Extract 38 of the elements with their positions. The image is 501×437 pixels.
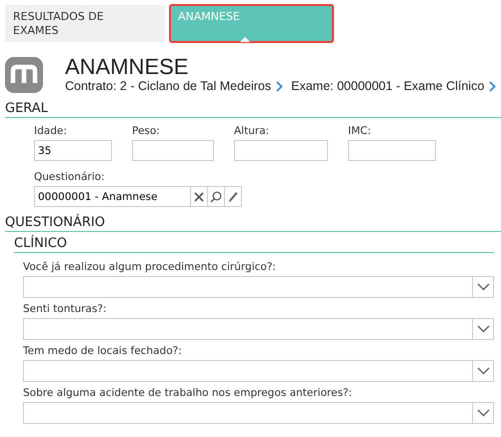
input-field[interactable]: 00000001 - Anamnese xyxy=(34,186,191,207)
dropdown[interactable] xyxy=(23,318,494,340)
chevron-right-icon xyxy=(489,80,496,92)
pencil-icon xyxy=(228,190,238,202)
input-field[interactable]: 35 xyxy=(34,140,112,161)
question-label: Senti tonturas?: xyxy=(23,303,108,315)
tab[interactable]: RESULTADOS DE EXAMES xyxy=(5,5,165,42)
dropdown[interactable] xyxy=(23,276,494,298)
input-field[interactable] xyxy=(132,140,214,161)
page-title: ANAMNESE xyxy=(65,55,190,79)
edit-button[interactable] xyxy=(225,186,242,207)
section-heading: GERAL xyxy=(5,101,501,118)
clear-button[interactable] xyxy=(191,186,208,207)
logo-icon xyxy=(5,57,43,93)
question-label: Sobre alguma acidente de trabalho nos empregos anteriores?: xyxy=(23,387,354,399)
dropdown[interactable] xyxy=(23,360,494,382)
chevron-right-icon xyxy=(276,80,284,92)
breadcrumb-link[interactable]: Contrato: 2 - Ciclano de Tal Medeiros xyxy=(65,79,272,93)
field-label: Altura: xyxy=(234,125,270,137)
dropdown[interactable] xyxy=(23,402,494,424)
field-label: IMC: xyxy=(348,125,372,137)
subsection-heading: CLÍNICO xyxy=(14,236,494,253)
question-label: Tem medo de locais fechado?: xyxy=(23,345,183,357)
close-icon xyxy=(194,192,204,202)
chevron-down-icon xyxy=(476,325,490,333)
input-field[interactable] xyxy=(234,140,328,161)
chevron-down-icon xyxy=(476,367,490,375)
field-label: Questionário: xyxy=(34,171,106,183)
search-icon xyxy=(210,190,222,202)
chevron-down-icon xyxy=(476,283,490,291)
field-label: Peso: xyxy=(132,125,161,137)
section-heading: QUESTIONÁRIO xyxy=(5,215,501,232)
breadcrumb-link[interactable]: Exame: 00000001 - Exame Clínico xyxy=(291,79,484,93)
chevron-down-icon xyxy=(476,409,490,417)
search-button[interactable] xyxy=(208,186,225,207)
field-label: Idade: xyxy=(34,125,68,137)
input-field[interactable] xyxy=(348,140,436,161)
question-label: Você já realizou algum procedimento cirúrgico?: xyxy=(23,261,277,273)
